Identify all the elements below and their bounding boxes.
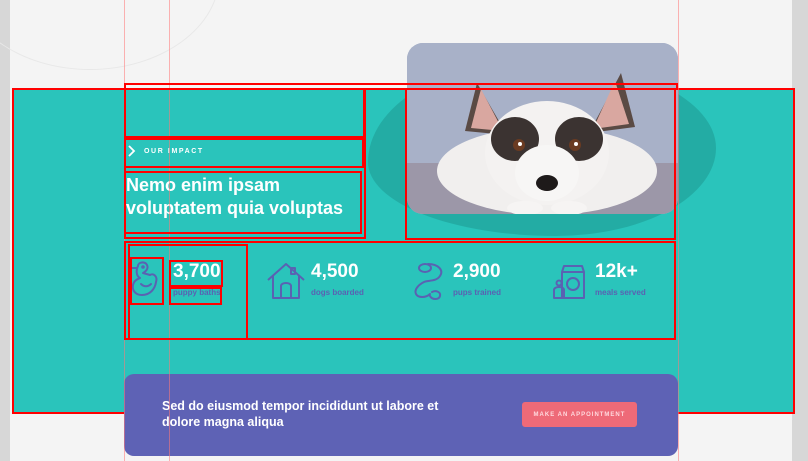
stat-value: 3,700 <box>173 261 221 282</box>
headline-line-1: Nemo enim ipsam <box>126 175 281 195</box>
stat-label: dogs boarded <box>311 288 364 297</box>
banner-message: Sed do eiusmod tempor incididunt ut labo… <box>162 399 439 429</box>
stat-item-puppy-baths: 3,700 puppy baths <box>128 252 263 336</box>
decorative-arc <box>0 0 220 70</box>
dog-house-icon <box>267 263 305 299</box>
leash-icon <box>414 263 443 300</box>
stat-label: puppy baths <box>173 288 221 297</box>
dog-illustration <box>407 43 678 214</box>
dog-food-icon <box>553 265 585 299</box>
stat-value: 2,900 <box>453 261 501 282</box>
stat-label: pups trained <box>453 288 502 297</box>
layout-guide <box>124 0 125 461</box>
stat-value: 12k+ <box>595 261 638 282</box>
stats-row: 3,700 puppy baths 4,500 dogs boarded 2,9… <box>128 252 678 336</box>
layout-guide <box>678 0 679 461</box>
headline-line-2: voluptatem quia voluptas <box>126 198 344 218</box>
chevron-right-icon <box>128 145 136 157</box>
section-eyebrow: OUR IMPACT <box>128 145 204 157</box>
eyebrow-label: OUR IMPACT <box>144 147 204 155</box>
stat-item-pups-trained: 2,900 pups trained <box>408 252 543 336</box>
stat-item-dogs-boarded: 4,500 dogs boarded <box>266 252 401 336</box>
make-appointment-button[interactable]: MAKE AN APPOINTMENT <box>522 402 637 427</box>
appointment-banner: Sed do eiusmod tempor incididunt ut labo… <box>124 374 678 456</box>
page-margin-left <box>0 0 10 461</box>
stat-label: meals served <box>595 288 646 297</box>
dog-photo <box>407 43 678 214</box>
duck-icon <box>131 261 158 296</box>
stat-value: 4,500 <box>311 261 359 282</box>
stat-item-meals-served: 12k+ meals served <box>550 252 685 336</box>
section-headline: Nemo enim ipsam voluptatem quia voluptas <box>126 174 362 220</box>
layout-guide <box>169 0 170 461</box>
